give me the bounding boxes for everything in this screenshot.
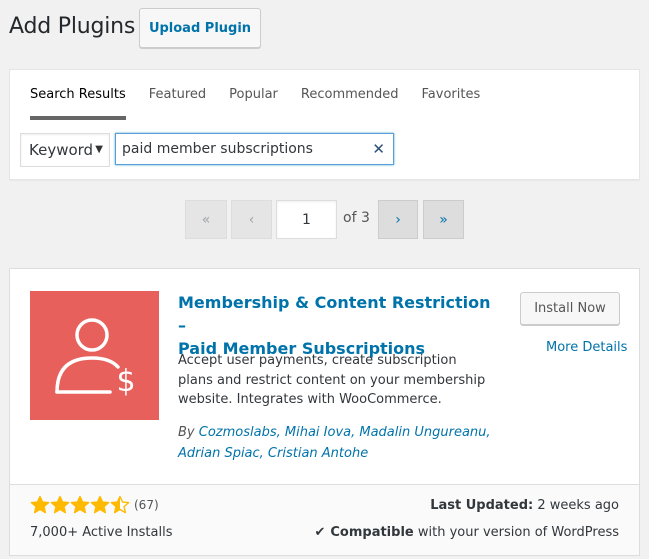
by-label: By bbox=[178, 425, 195, 440]
tab-featured[interactable]: Featured bbox=[149, 87, 206, 120]
page-title: Add Plugins bbox=[9, 14, 136, 39]
star-half-icon bbox=[110, 495, 130, 514]
star-full-icon bbox=[50, 495, 70, 514]
star-full-icon bbox=[90, 495, 110, 514]
upload-plugin-button[interactable]: Upload Plugin bbox=[139, 8, 261, 48]
compatible-text: with your version of WordPress bbox=[417, 525, 619, 540]
plugin-title-link[interactable]: Membership & Content Restriction – Paid … bbox=[178, 291, 498, 360]
rating-count: (67) bbox=[134, 498, 159, 512]
tab-search-results[interactable]: Search Results bbox=[30, 87, 126, 120]
authors-link[interactable]: Cozmoslabs, Mihai Iova, Madalin Ungurean… bbox=[178, 425, 491, 461]
plugin-card-footer: (67) 7,000+ Active Installs Last Updated… bbox=[10, 484, 639, 555]
filter-tabs: Search Results Featured Popular Recommen… bbox=[30, 87, 503, 120]
plugin-description: Accept user payments, create subscriptio… bbox=[178, 353, 486, 407]
last-updated-value: 2 weeks ago bbox=[537, 498, 619, 513]
install-now-button[interactable]: Install Now bbox=[520, 292, 620, 325]
tab-popular[interactable]: Popular bbox=[229, 87, 278, 120]
more-details-link[interactable]: More Details bbox=[546, 340, 627, 355]
user-dollar-icon[interactable]: $ bbox=[30, 291, 159, 420]
svg-text:$: $ bbox=[116, 364, 135, 399]
search-input[interactable]: paid member subscriptions ✕ bbox=[115, 133, 394, 165]
search-type-select[interactable]: Keyword ▼ bbox=[20, 133, 110, 167]
last-updated: Last Updated: 2 weeks ago bbox=[430, 498, 619, 513]
last-updated-label: Last Updated: bbox=[430, 498, 534, 513]
search-type-value: Keyword bbox=[29, 141, 94, 159]
first-page-button: « bbox=[185, 200, 227, 239]
star-rating: (67) bbox=[30, 495, 159, 515]
total-pages-text: of 3 bbox=[343, 210, 370, 226]
compatible-label: Compatible bbox=[330, 525, 414, 540]
current-page-input[interactable]: 1 bbox=[276, 200, 337, 239]
tab-recommended[interactable]: Recommended bbox=[301, 87, 399, 120]
clear-search-icon[interactable]: ✕ bbox=[372, 140, 385, 158]
active-installs: 7,000+ Active Installs bbox=[30, 525, 173, 540]
next-page-button[interactable]: › bbox=[378, 200, 418, 239]
tab-favorites[interactable]: Favorites bbox=[422, 87, 481, 120]
stars bbox=[30, 495, 130, 515]
star-full-icon bbox=[70, 495, 90, 514]
star-full-icon bbox=[30, 495, 50, 514]
plugin-title-line-1: Membership & Content Restriction – bbox=[178, 293, 491, 335]
chevron-down-icon: ▼ bbox=[95, 144, 103, 155]
prev-page-button: ‹ bbox=[231, 200, 272, 239]
plugin-filter-bar: Search Results Featured Popular Recommen… bbox=[9, 69, 640, 180]
plugin-authors: By Cozmoslabs, Mihai Iova, Madalin Ungur… bbox=[178, 422, 508, 464]
checkmark-icon: ✔ bbox=[314, 525, 326, 540]
plugin-card: $ Membership & Content Restriction – Pai… bbox=[9, 268, 640, 556]
search-input-value: paid member subscriptions bbox=[122, 141, 313, 157]
compatibility: ✔ Compatible with your version of WordPr… bbox=[314, 525, 619, 540]
last-page-button[interactable]: » bbox=[423, 200, 464, 239]
